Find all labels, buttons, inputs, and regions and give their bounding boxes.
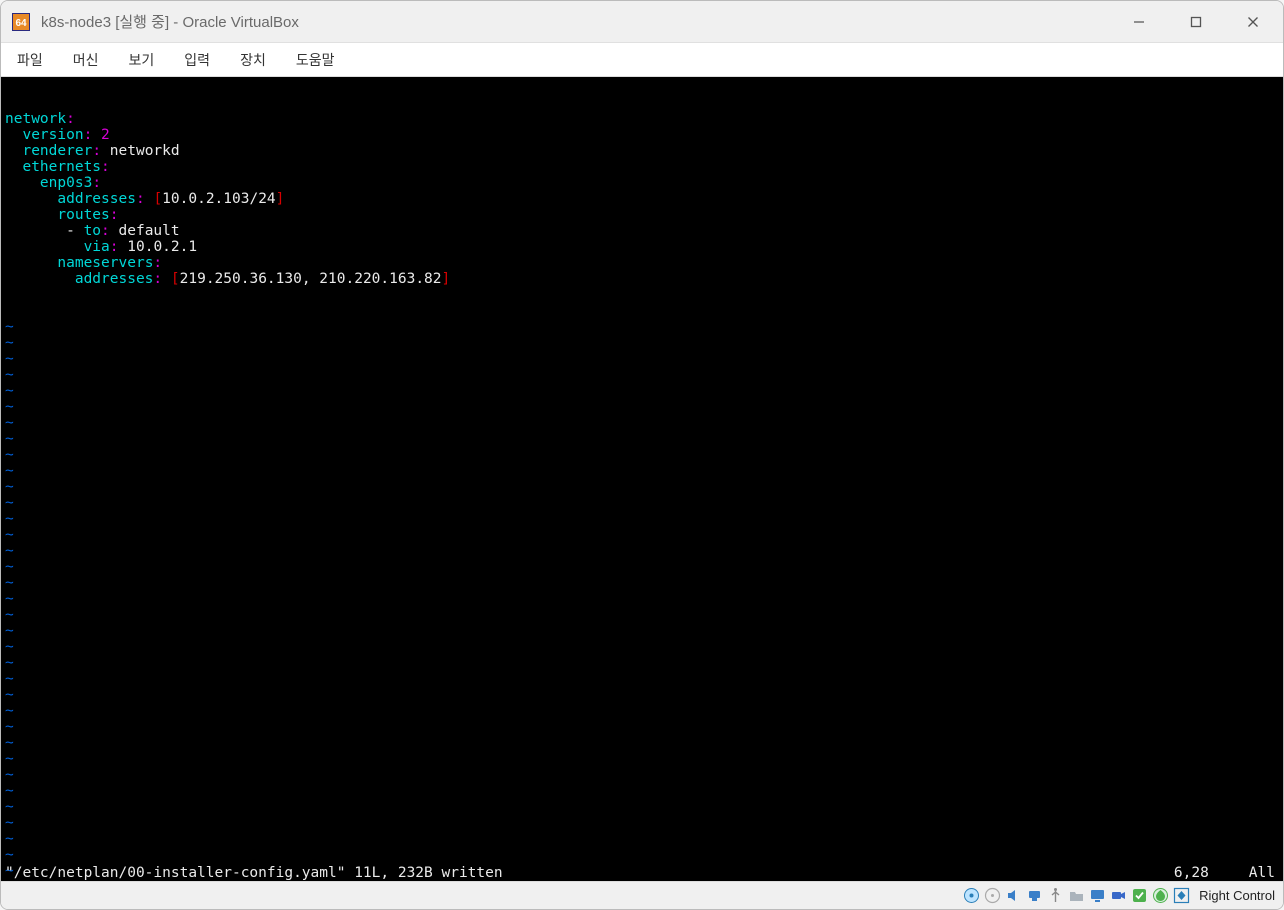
audio-icon[interactable] xyxy=(1004,887,1022,905)
hdd-icon[interactable] xyxy=(962,887,980,905)
window-controls xyxy=(1116,4,1281,40)
guest-additions-icon[interactable] xyxy=(1130,887,1148,905)
menu-view[interactable]: 보기 xyxy=(129,50,155,70)
editor-content: network: version: 2 renderer: networkd e… xyxy=(5,111,1279,287)
menu-machine[interactable]: 머신 xyxy=(73,50,99,70)
window-title: k8s-node3 [실행 중] - Oracle VirtualBox xyxy=(41,11,1116,32)
recording-icon[interactable] xyxy=(1109,887,1127,905)
menu-file[interactable]: 파일 xyxy=(17,50,43,70)
editor-tildes: ~~~~~~~~~~~~~~~~~~~~~~~~~~~~~~~~~~~~~ xyxy=(5,319,1279,881)
menubar: 파일 머신 보기 입력 장치 도움말 xyxy=(1,43,1283,77)
host-key-indicator-icon[interactable] xyxy=(1172,887,1190,905)
close-button[interactable] xyxy=(1230,4,1275,40)
vim-status-left: "/etc/netplan/00-installer-config.yaml" … xyxy=(5,865,503,881)
vm-statusbar: Right Control xyxy=(1,881,1283,909)
titlebar: 64 k8s-node3 [실행 중] - Oracle VirtualBox xyxy=(1,1,1283,43)
usb-icon[interactable] xyxy=(1046,887,1064,905)
menu-input[interactable]: 입력 xyxy=(184,50,210,70)
minimize-button[interactable] xyxy=(1116,4,1161,40)
shared-folders-icon[interactable] xyxy=(1067,887,1085,905)
vim-scroll-pct: All xyxy=(1249,865,1275,881)
virtualbox-icon: 64 xyxy=(11,12,31,32)
menu-devices[interactable]: 장치 xyxy=(240,50,266,70)
display-icon[interactable] xyxy=(1088,887,1106,905)
vim-status-line: "/etc/netplan/00-installer-config.yaml" … xyxy=(1,865,1283,881)
mouse-integration-icon[interactable] xyxy=(1151,887,1169,905)
host-key-label: Right Control xyxy=(1199,888,1275,903)
vm-window: 64 k8s-node3 [실행 중] - Oracle VirtualBox … xyxy=(0,0,1284,910)
network-icon[interactable] xyxy=(1025,887,1043,905)
terminal[interactable]: network: version: 2 renderer: networkd e… xyxy=(1,77,1283,881)
svg-text:64: 64 xyxy=(15,18,27,29)
vim-cursor-pos: 6,28 xyxy=(1174,865,1209,881)
optical-icon[interactable] xyxy=(983,887,1001,905)
maximize-button[interactable] xyxy=(1173,4,1218,40)
menu-help[interactable]: 도움말 xyxy=(296,50,335,70)
